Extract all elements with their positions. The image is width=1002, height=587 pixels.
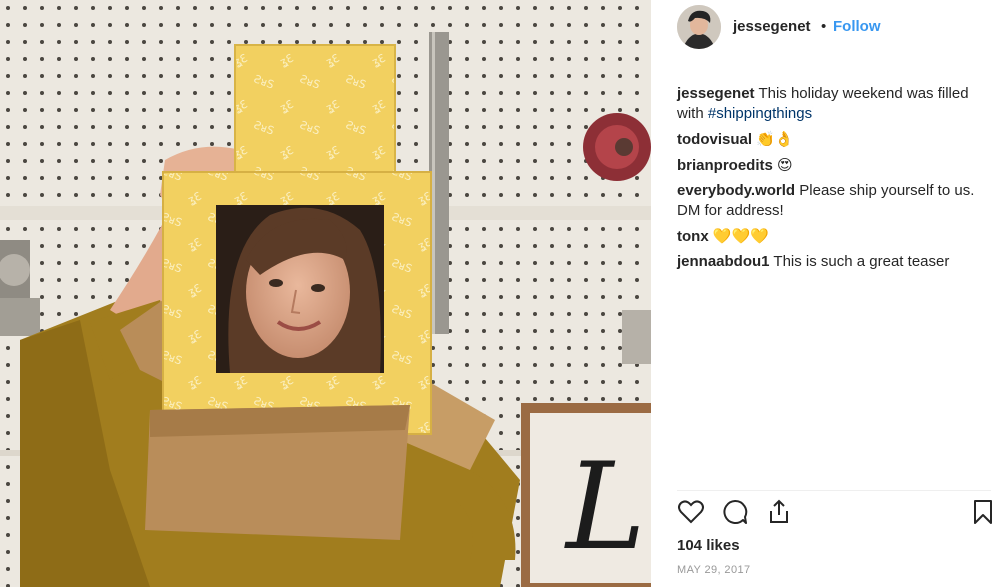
- comment-emoji: 💛💛💛: [712, 227, 769, 245]
- photo-illustration: ʓƐ ƧᴚS: [0, 0, 651, 587]
- avatar-image: [677, 5, 721, 49]
- svg-text:L: L: [564, 438, 646, 577]
- follow-button[interactable]: Follow: [833, 18, 881, 35]
- bookmark-icon: [974, 500, 992, 524]
- save-button[interactable]: [969, 498, 1001, 530]
- comment-item: jennaabdou1 This is such a great teaser: [677, 252, 992, 272]
- instagram-post: ʓƐ ƧᴚS: [0, 0, 1002, 587]
- comment-emoji: 😍: [777, 156, 793, 174]
- post-header: jessegenet • Follow: [651, 0, 1002, 56]
- comment-username[interactable]: brianproedits: [677, 157, 773, 174]
- divider: [677, 490, 991, 491]
- like-count[interactable]: 104 likes: [677, 537, 740, 554]
- share-button[interactable]: [765, 498, 797, 530]
- comment-item: everybody.world Please ship yourself to …: [677, 181, 992, 221]
- caption-username[interactable]: jessegenet: [677, 85, 755, 102]
- caption: jessegenet This holiday weekend was fill…: [677, 84, 992, 124]
- comment-username[interactable]: todovisual: [677, 131, 752, 148]
- comments-list: jessegenet This holiday weekend was fill…: [677, 84, 992, 277]
- action-bar: [677, 498, 997, 528]
- comment-bubble-icon: [723, 499, 748, 524]
- comment-username[interactable]: tonx: [677, 228, 709, 245]
- comment-item: todovisual 👏👌: [677, 129, 992, 150]
- avatar[interactable]: [677, 5, 721, 49]
- comment-emoji: 👏👌: [756, 130, 794, 148]
- comment-item: brianproedits 😍: [677, 155, 992, 176]
- comment-item: tonx 💛💛💛: [677, 226, 992, 247]
- header-separator: •: [821, 18, 827, 35]
- post-author-username[interactable]: jessegenet: [733, 18, 811, 35]
- share-icon: [770, 499, 788, 523]
- comment-button[interactable]: [721, 498, 753, 530]
- post-sidebar: jessegenet • Follow jessegenet This holi…: [651, 0, 1002, 587]
- like-button[interactable]: [677, 498, 709, 530]
- comment-username[interactable]: jennaabdou1: [677, 253, 770, 270]
- post-photo[interactable]: ʓƐ ƧᴚS: [0, 0, 651, 587]
- post-date[interactable]: MAY 29, 2017: [677, 564, 751, 576]
- comment-text: This is such a great teaser: [773, 253, 950, 270]
- heart-icon: [678, 500, 704, 524]
- comment-username[interactable]: everybody.world: [677, 182, 795, 199]
- hashtag-link[interactable]: #shippingthings: [708, 105, 812, 122]
